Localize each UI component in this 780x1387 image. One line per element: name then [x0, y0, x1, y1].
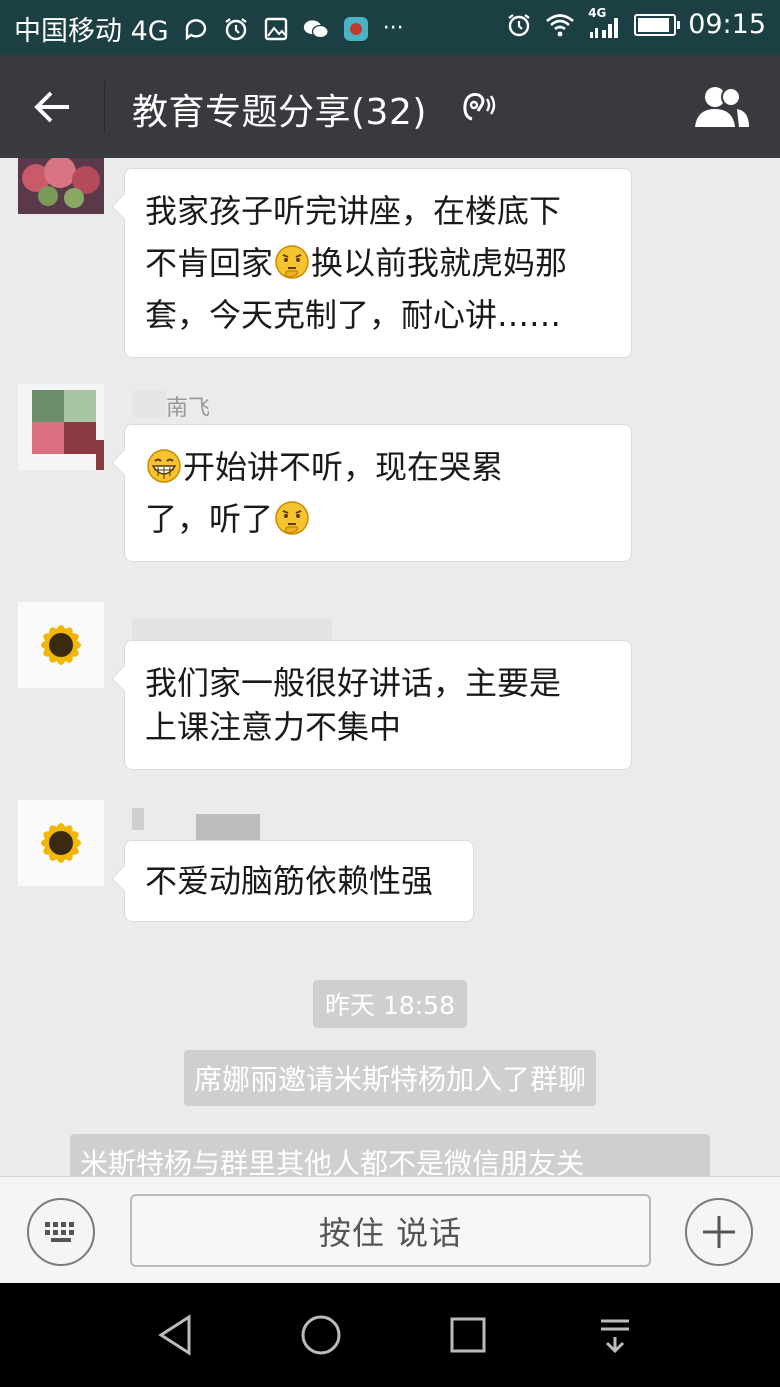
grin-emoji: [147, 449, 181, 483]
nav-notification-button[interactable]: [590, 1310, 640, 1360]
message-text-segment: 我们家一般很好讲话，主要是: [145, 664, 562, 702]
message-text: 开始讲不听，现在哭累了，听了: [145, 441, 611, 545]
sender-name: 南飞: [166, 396, 211, 421]
sunflower-avatar[interactable]: [18, 602, 104, 688]
hold-to-talk-button[interactable]: 按住 说话: [130, 1194, 651, 1267]
message-line: 套，今天克制了，耐心讲……: [145, 289, 611, 341]
blurred-name: [132, 390, 166, 418]
message-text-segment: 不爱动脑筋依赖性强: [145, 862, 434, 900]
input-bar: 按住 说话: [0, 1176, 780, 1283]
group-members-icon: [695, 87, 749, 127]
timestamp-divider: 昨天 18:58: [313, 980, 467, 1028]
message-line: 开始讲不听，现在哭累: [145, 441, 611, 493]
header-divider: [104, 81, 105, 133]
earpiece-mode-icon: [463, 92, 496, 121]
status-bar: 中国移动 4G ··· 4G 09:15: [0, 0, 780, 55]
system-notice: 米斯特杨与群里其他人都不是微信朋友关: [70, 1134, 710, 1176]
nav-notification-icon: [601, 1319, 629, 1354]
message-text-segment: 开始讲不听，现在哭累: [183, 448, 504, 486]
message-bubble[interactable]: 我家孩子听完讲座，在楼底下 不肯回家 换以前我就虎妈那 套，今天克制了，耐心讲……: [124, 168, 632, 358]
message-bubble[interactable]: 我们家一般很好讲话，主要是 上课注意力不集中: [124, 640, 632, 770]
carrier-label: 中国移动 4G: [14, 16, 169, 47]
wifi-icon: [546, 13, 575, 36]
pixelated-avatar[interactable]: [18, 384, 104, 470]
message-text-segment: 换以前我就虎妈那: [311, 244, 568, 282]
nav-back-button[interactable]: [150, 1310, 200, 1360]
group-members-button[interactable]: [690, 81, 752, 133]
chat-title: 教育专题分享(32): [132, 92, 427, 133]
nav-back-icon: [158, 1314, 191, 1356]
more-icon: ···: [382, 16, 404, 41]
nav-recents-icon: [450, 1317, 486, 1353]
message-line: 不爱动脑筋依赖性强: [145, 855, 453, 907]
message-bubble[interactable]: 开始讲不听，现在哭累了，听了: [124, 424, 632, 562]
message-line: 我家孩子听完讲座，在楼底下: [145, 185, 611, 237]
huawei-app-icon: [343, 16, 368, 41]
message-line: 我们家一般很好讲话，主要是: [145, 661, 611, 705]
message-icon: [185, 18, 206, 40]
sunflower-avatar[interactable]: [18, 800, 104, 886]
alarm-icon: [225, 17, 247, 40]
system-notice: 席娜丽邀请米斯特杨加入了群聊: [183, 1050, 597, 1106]
keyboard-toggle-button[interactable]: [27, 1198, 95, 1266]
message-list[interactable]: 我家孩子听完讲座，在楼底下 不肯回家 换以前我就虎妈那 套，今天克制了，耐心讲…… 南…: [0, 158, 780, 1176]
message-line: 不肯回家 换以前我就虎妈那: [145, 237, 611, 289]
gallery-icon: [264, 17, 287, 40]
back-button[interactable]: [22, 79, 84, 135]
alarm-icon: [508, 13, 530, 36]
keyboard-icon: [45, 1222, 74, 1242]
message-text: 我家孩子听完讲座，在楼底下 不肯回家 换以前我就虎妈那 套，今天克制了，耐心讲……: [145, 185, 611, 341]
message-text-segment: 我家孩子听完讲座，在楼底下: [145, 192, 562, 230]
message-text-segment: 不肯回家: [145, 244, 274, 282]
message-line: 上课注意力不集中: [145, 705, 611, 749]
thinking-emoji: [275, 501, 309, 535]
system-nav-bar: [0, 1283, 780, 1387]
message-line: 了，听了: [145, 493, 611, 545]
thinking-emoji: [275, 245, 309, 279]
message-text-segment: 上课注意力不集中: [145, 708, 402, 746]
wechat-icon: [303, 19, 329, 38]
blurred-name: [132, 808, 144, 830]
battery-icon: [634, 13, 681, 36]
arrow-left-icon: [34, 91, 69, 123]
message-text: 我们家一般很好讲话，主要是 上课注意力不集中: [145, 661, 611, 749]
clock: 09:15: [688, 9, 766, 40]
nav-home-icon: [301, 1315, 341, 1355]
succulent-avatar[interactable]: [18, 158, 104, 214]
more-actions-button[interactable]: [685, 1198, 753, 1266]
message-text: 不爱动脑筋依赖性强: [145, 855, 453, 907]
nav-recents-button[interactable]: [443, 1310, 493, 1360]
message-text-segment: 了，听了: [145, 500, 274, 538]
chat-header: 教育专题分享(32): [0, 55, 780, 158]
plus-circle-icon: [703, 1216, 735, 1248]
message-bubble[interactable]: 不爱动脑筋依赖性强: [124, 840, 474, 922]
message-text-segment: 套，今天克制了，耐心讲……: [145, 296, 562, 334]
signal-icon: 4G: [588, 6, 622, 40]
nav-home-button[interactable]: [296, 1310, 346, 1360]
